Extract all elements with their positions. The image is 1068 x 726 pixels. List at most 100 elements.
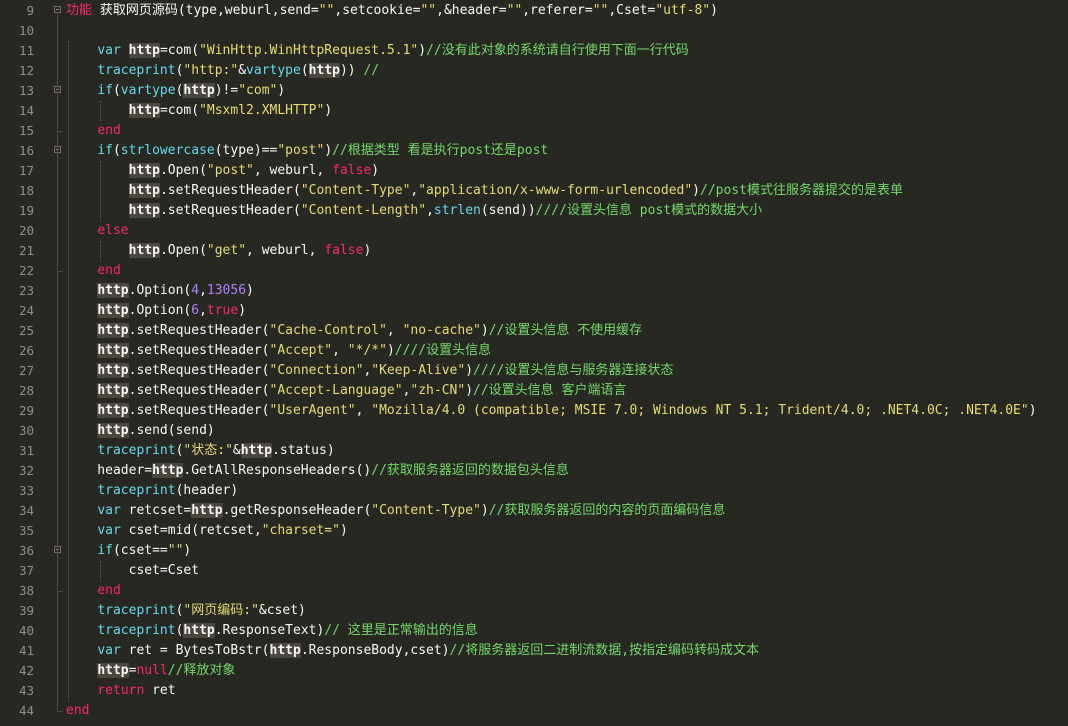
- code-line[interactable]: 27 http.setRequestHeader("Connection","K…: [0, 361, 1068, 381]
- code-token: strlen: [433, 203, 481, 218]
- code-line[interactable]: 14 http=com("Msxml2.XMLHTTP"): [0, 101, 1068, 121]
- code-token: http: [97, 663, 129, 678]
- code-line[interactable]: 26 http.setRequestHeader("Accept", "*/*"…: [0, 341, 1068, 361]
- line-number: 32: [18, 463, 34, 478]
- code-line[interactable]: 44 end: [0, 701, 1068, 721]
- code-line[interactable]: 33 traceprint(header): [0, 481, 1068, 501]
- code-line[interactable]: 39 traceprint("网页编码:"&cset): [0, 601, 1068, 621]
- code-line[interactable]: 11 var http=com("WinHttp.WinHttpRequest.…: [0, 41, 1068, 61]
- code-line[interactable]: 34 var retcset=http.getResponseHeader("C…: [0, 501, 1068, 521]
- code-text: var cset=mid(retcset,"charset="): [66, 521, 347, 541]
- code-token: "http:": [183, 63, 239, 78]
- fold-toggle-icon[interactable]: [54, 6, 61, 13]
- code-token: .setRequestHeader(: [159, 183, 301, 198]
- code-token: http: [97, 343, 129, 358]
- line-number: 23: [18, 283, 34, 298]
- code-line[interactable]: 37 cset=Cset: [0, 561, 1068, 581]
- line-number: 42: [18, 663, 34, 678]
- code-token: cset=mid(retcset,: [120, 523, 262, 538]
- code-token: .Open(: [159, 163, 207, 178]
- code-text: http=null//释放对象: [66, 661, 235, 681]
- code-line[interactable]: 22 end: [0, 261, 1068, 281]
- code-line[interactable]: 35 var cset=mid(retcset,"charset="): [0, 521, 1068, 541]
- code-line[interactable]: 25 http.setRequestHeader("Cache-Control"…: [0, 321, 1068, 341]
- code-token: ): [465, 383, 474, 398]
- code-line[interactable]: 30 http.send(send): [0, 421, 1068, 441]
- code-line[interactable]: 41 var ret = BytesToBstr(http.ResponseBo…: [0, 641, 1068, 661]
- code-token: ////设置头信息与服务器连接状态: [473, 363, 674, 378]
- code-text: http.setRequestHeader("Cache-Control", "…: [66, 321, 642, 341]
- code-line[interactable]: 23 http.Option(4,13056): [0, 281, 1068, 301]
- code-line[interactable]: 40 traceprint(http.ResponseText)// 这里是正常…: [0, 621, 1068, 641]
- line-number: 37: [18, 563, 34, 578]
- code-text: traceprint(header): [66, 481, 238, 501]
- code-token: =com(: [159, 103, 200, 118]
- code-line[interactable]: 15 end: [0, 121, 1068, 141]
- code-line[interactable]: 12 traceprint("http:"&vartype(http)) //: [0, 61, 1068, 81]
- code-token: //设置头信息 客户端语言: [473, 383, 627, 398]
- code-token: true: [206, 303, 239, 318]
- code-token: ,: [355, 403, 372, 418]
- code-token: strlowercase: [120, 143, 215, 158]
- code-text: http.setRequestHeader("Content-Type","ap…: [66, 181, 903, 201]
- code-token: end: [97, 263, 121, 278]
- code-token: ): [183, 543, 192, 558]
- code-token: .getResponseHeader(: [222, 503, 372, 518]
- code-token: "no-cache": [402, 323, 481, 338]
- code-token: "Content-Type": [300, 183, 411, 198]
- code-token: ret: [144, 683, 176, 698]
- code-line[interactable]: 43 return ret: [0, 681, 1068, 701]
- code-line[interactable]: 28 http.setRequestHeader("Accept-Languag…: [0, 381, 1068, 401]
- code-token: (send)): [480, 203, 536, 218]
- code-line[interactable]: 42 http=null//释放对象: [0, 661, 1068, 681]
- code-token: .send(send): [128, 423, 215, 438]
- code-token: ): [246, 283, 254, 298]
- code-line[interactable]: 21 http.Open("get", weburl, false): [0, 241, 1068, 261]
- code-text: traceprint("状态:"&http.status): [66, 441, 335, 461]
- code-line[interactable]: 36 if(cset==""): [0, 541, 1068, 561]
- code-line[interactable]: 17 http.Open("post", weburl, false): [0, 161, 1068, 181]
- line-number: 39: [18, 603, 34, 618]
- code-token: "Accept": [269, 343, 333, 358]
- code-line[interactable]: 24 http.Option(6,true): [0, 301, 1068, 321]
- code-line[interactable]: 29 http.setRequestHeader("UserAgent", "M…: [0, 401, 1068, 421]
- code-token: ): [418, 43, 427, 58]
- code-line[interactable]: 16 if(strlowercase(type)=="post")//根据类型 …: [0, 141, 1068, 161]
- code-token: http: [152, 463, 184, 478]
- line-number: 13: [18, 83, 34, 98]
- code-line[interactable]: 31 traceprint("状态:"&http.status): [0, 441, 1068, 461]
- code-line[interactable]: 13 if(vartype(http)!="com"): [0, 81, 1068, 101]
- code-line[interactable]: 38 end: [0, 581, 1068, 601]
- code-token: "": [318, 3, 335, 18]
- code-token: ,: [199, 283, 207, 298]
- code-line[interactable]: 20 else: [0, 221, 1068, 241]
- code-token: ): [238, 303, 247, 318]
- code-line[interactable]: 10: [0, 21, 1068, 41]
- code-token: ): [277, 83, 286, 98]
- code-token: (type)==: [214, 143, 278, 158]
- code-token: http: [128, 163, 160, 178]
- code-token: traceprint: [97, 63, 176, 78]
- code-token: //没有此对象的系统请自行使用下面一行代码: [426, 43, 689, 58]
- code-text: http.setRequestHeader("Accept", "*/*")//…: [66, 341, 491, 361]
- code-editor[interactable]: 9 功能 获取网页源码(type,weburl,send="",setcookie…: [0, 0, 1068, 726]
- code-token: "": [167, 543, 184, 558]
- code-line[interactable]: 32 header=http.GetAllResponseHeaders()//…: [0, 461, 1068, 481]
- fold-region-line: [57, 154, 58, 271]
- code-token: "get": [206, 243, 247, 258]
- line-number: 10: [18, 23, 34, 38]
- code-line[interactable]: 18 http.setRequestHeader("Content-Type",…: [0, 181, 1068, 201]
- code-line[interactable]: 9 功能 获取网页源码(type,weburl,send="",setcookie…: [0, 1, 1068, 21]
- line-number: 18: [18, 183, 34, 198]
- code-line[interactable]: 19 http.setRequestHeader("Content-Length…: [0, 201, 1068, 221]
- code-token: (: [112, 83, 121, 98]
- fold-region-end: [57, 591, 63, 592]
